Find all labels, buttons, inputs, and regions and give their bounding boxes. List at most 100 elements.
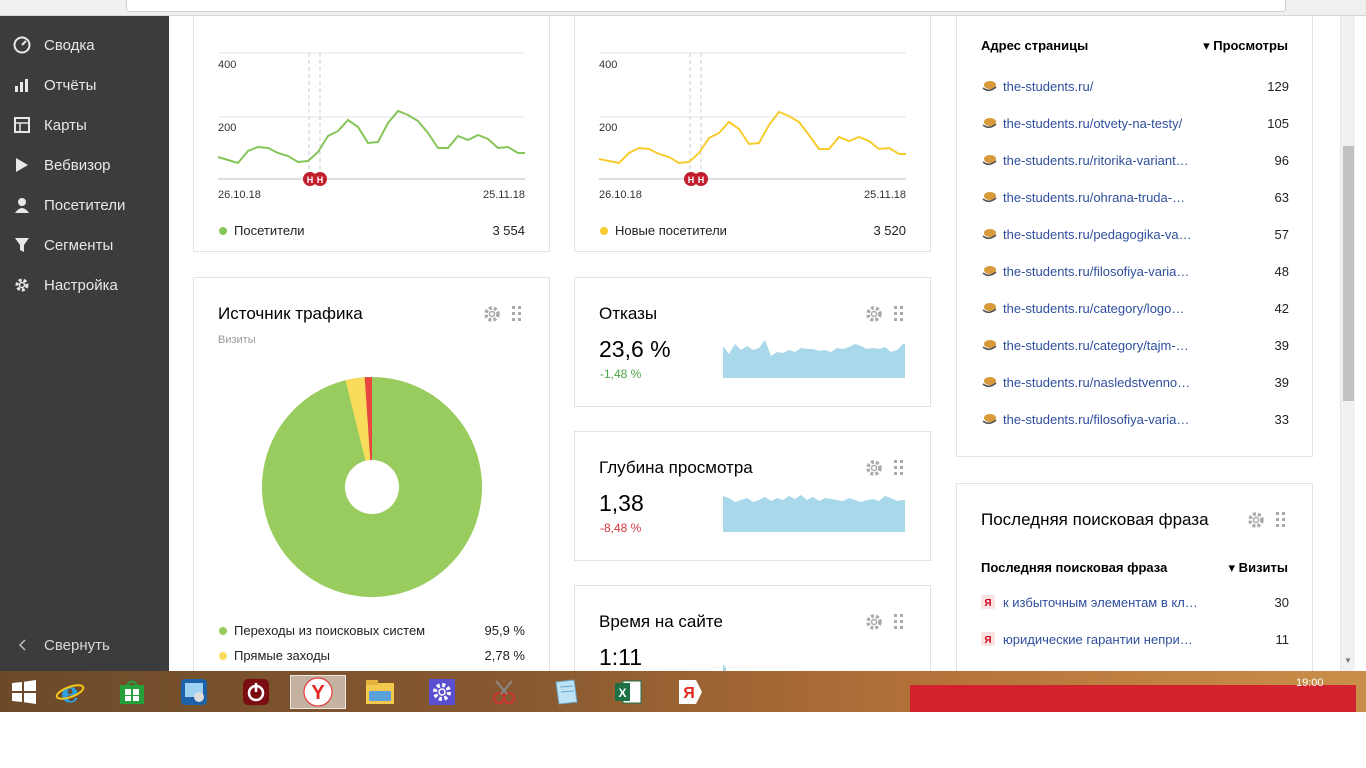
drag-handle-icon[interactable] xyxy=(1276,512,1286,528)
search-phrase-link[interactable]: к избыточным элементам в кл… xyxy=(1003,595,1233,610)
table-row[interactable]: the-students.ru/filosofiya-varia… 48 xyxy=(981,261,1289,281)
sidebar-item-summary[interactable]: Сводка xyxy=(0,30,169,60)
table-row[interactable]: the-students.ru/pedagogika-va… 57 xyxy=(981,224,1289,244)
widget-settings-gear-icon[interactable] xyxy=(865,305,883,323)
views-count: 39 xyxy=(1274,337,1289,353)
metric-delta: -8,48 % xyxy=(600,521,642,535)
page-url-link[interactable]: the-students.ru/ritorika-variant… xyxy=(1003,153,1203,168)
column-header-phrase: Последняя поисковая фраза xyxy=(981,560,1168,575)
table-row[interactable]: the-students.ru/ritorika-variant… 96 xyxy=(981,150,1289,170)
site-favicon-icon xyxy=(981,116,997,130)
site-favicon-icon xyxy=(981,301,997,315)
sidebar-item-settings[interactable]: Настройка xyxy=(0,270,169,300)
page-url-link[interactable]: the-students.ru/nasledstvenno… xyxy=(1003,375,1203,390)
widget-settings-gear-icon[interactable] xyxy=(1247,511,1265,529)
widget-settings-gear-icon[interactable] xyxy=(865,613,883,631)
visitors-line-chart: 400 200 26.10.18 25.11.18 Н Н xyxy=(217,52,525,201)
dashboard-main: 400 200 26.10.18 25.11.18 Н Н Посетители… xyxy=(169,16,1340,671)
page-url-link[interactable]: the-students.ru/category/tajm-… xyxy=(1003,338,1203,353)
svg-text:Н: Н xyxy=(317,175,324,185)
control-panel-icon[interactable] xyxy=(170,675,218,709)
windows-store-icon[interactable] xyxy=(108,675,156,709)
table-row[interactable]: the-students.ru/nasledstvenno… 39 xyxy=(981,372,1289,392)
drag-handle-icon[interactable] xyxy=(894,614,904,630)
filter-icon xyxy=(0,237,44,253)
widget-title: Время на сайте xyxy=(599,612,723,631)
sidebar-item-segments[interactable]: Сегменты xyxy=(0,230,169,260)
widget-title: Последняя поисковая фраза xyxy=(981,510,1209,529)
notepad-icon[interactable] xyxy=(542,675,590,709)
drag-handle-icon[interactable] xyxy=(512,306,522,322)
views-count: 33 xyxy=(1274,411,1289,427)
popular-pages-widget: Адрес страницы ▾ Просмотры the-students.… xyxy=(956,16,1313,457)
bounces-widget: Отказы 23,6 % -1,48 % xyxy=(574,277,931,407)
excel-icon[interactable]: X xyxy=(604,675,652,709)
yandex-icon[interactable]: Я xyxy=(666,675,714,709)
browser-address-bar[interactable] xyxy=(126,0,1286,12)
page-scrollbar[interactable]: ▼ xyxy=(1340,16,1355,671)
collapse-sidebar-button[interactable]: Свернуть xyxy=(0,633,169,657)
table-row[interactable]: the-students.ru/filosofiya-varia… 33 xyxy=(981,409,1289,429)
legend-value: 2,78 % xyxy=(484,648,525,663)
page-url-link[interactable]: the-students.ru/pedagogika-va… xyxy=(1003,227,1203,242)
page-url-link[interactable]: the-students.ru/filosofiya-varia… xyxy=(1003,412,1203,427)
widget-settings-gear-icon[interactable] xyxy=(483,305,501,323)
taskbar-notification-area xyxy=(910,685,1356,712)
search-phrase-link[interactable]: юридические гарантии непри… xyxy=(1003,632,1233,647)
annotation-marker[interactable]: Н Н xyxy=(303,172,327,186)
widget-settings-gear-icon[interactable] xyxy=(865,459,883,477)
traffic-source-widget: Источник трафика Визиты Переходы из поис… xyxy=(193,277,550,671)
column-header-views-sort[interactable]: ▾ Просмотры xyxy=(1203,38,1288,54)
user-icon xyxy=(0,197,44,213)
scrollbar-thumb[interactable] xyxy=(1343,146,1354,401)
table-row[interactable]: Я к избыточным элементам в кл… 30 xyxy=(981,592,1289,612)
page-url-link[interactable]: the-students.ru/category/logo… xyxy=(1003,301,1203,316)
new-visitors-line-chart: 400 200 26.10.18 25.11.18 Н Н xyxy=(598,52,906,201)
legend-new-visitors: Новые посетители xyxy=(600,223,727,238)
page-url-link[interactable]: the-students.ru/ohrana-truda-… xyxy=(1003,190,1203,205)
drag-handle-icon[interactable] xyxy=(894,460,904,476)
table-row[interactable]: the-students.ru/category/logo… 42 xyxy=(981,298,1289,318)
views-count: 129 xyxy=(1267,78,1289,94)
power-icon[interactable] xyxy=(232,675,280,709)
sidebar-item-reports[interactable]: Отчёты xyxy=(0,70,169,100)
sidebar-item-visitors[interactable]: Посетители xyxy=(0,190,169,220)
legend-dot xyxy=(219,651,227,660)
table-row[interactable]: Я юридические гарантии непри… 11 xyxy=(981,629,1289,649)
y-tick-400: 400 xyxy=(599,59,617,71)
taskbar-clock[interactable]: 19:00 xyxy=(1296,677,1324,689)
table-row[interactable]: the-students.ru/ohrana-truda-… 63 xyxy=(981,187,1289,207)
site-favicon-icon xyxy=(981,412,997,426)
scroll-down-arrow-icon[interactable]: ▼ xyxy=(1344,656,1352,665)
sidebar: Сводка Отчёты Карты Вебвизор Посетители xyxy=(0,16,169,671)
sidebar-item-webvisor[interactable]: Вебвизор xyxy=(0,150,169,180)
chevron-left-icon xyxy=(0,639,44,651)
sidebar-item-maps[interactable]: Карты xyxy=(0,110,169,140)
page-url-link[interactable]: the-students.ru/otvety-na-testy/ xyxy=(1003,116,1203,131)
snipping-tool-icon[interactable] xyxy=(480,675,528,709)
y-tick-400: 400 xyxy=(218,59,236,71)
settings-icon[interactable] xyxy=(418,675,466,709)
visits-count: 11 xyxy=(1275,631,1290,647)
table-row[interactable]: the-students.ru/category/tajm-… 39 xyxy=(981,335,1289,355)
map-icon xyxy=(0,117,44,133)
visits-count: 30 xyxy=(1274,594,1289,610)
gear-icon xyxy=(0,276,44,294)
svg-text:Я: Я xyxy=(683,685,695,702)
windows-start-icon[interactable] xyxy=(0,675,48,709)
annotation-marker[interactable]: Н Н xyxy=(684,172,708,186)
file-explorer-icon[interactable] xyxy=(356,675,404,709)
drag-handle-icon[interactable] xyxy=(894,306,904,322)
site-favicon-icon xyxy=(981,79,997,93)
page-url-link[interactable]: the-students.ru/filosofiya-varia… xyxy=(1003,264,1203,279)
page-url-link[interactable]: the-students.ru/ xyxy=(1003,79,1203,94)
yandex-icon: Я xyxy=(981,595,997,609)
table-row[interactable]: the-students.ru/otvety-na-testy/105 xyxy=(981,113,1289,133)
yandex-browser-icon[interactable]: Y xyxy=(290,675,346,709)
internet-explorer-icon[interactable]: e xyxy=(46,675,94,709)
views-count: 42 xyxy=(1274,300,1289,316)
legend-value: 3 554 xyxy=(492,223,525,238)
site-favicon-icon xyxy=(981,264,997,278)
table-row[interactable]: the-students.ru/129 xyxy=(981,76,1289,96)
column-header-visits-sort[interactable]: ▾ Визиты xyxy=(1229,560,1288,576)
